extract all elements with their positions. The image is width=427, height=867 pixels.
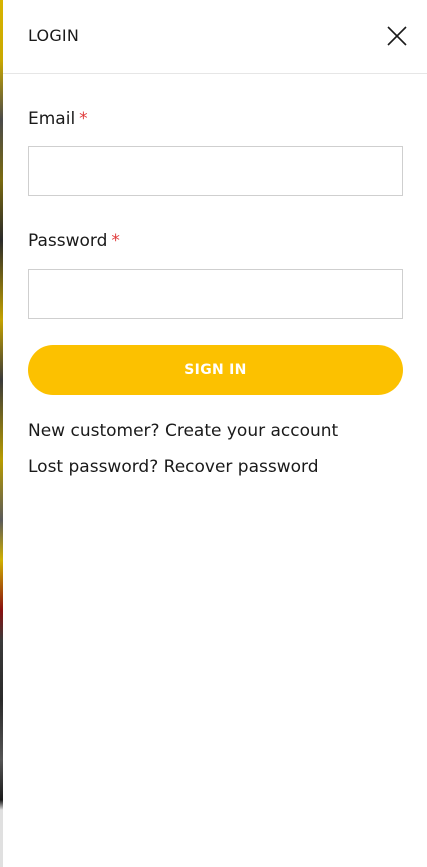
email-label: Email * [28,109,88,129]
email-field[interactable] [28,146,403,196]
lost-password-line: Lost password? Recover password [28,457,319,477]
close-icon [387,26,407,46]
email-label-text: Email [28,109,76,129]
new-customer-prefix: New customer? [28,421,160,441]
page-title: LOGIN [28,26,80,45]
password-field[interactable] [28,269,403,319]
password-required-mark: * [111,231,120,251]
recover-password-link[interactable]: Recover password [164,457,319,477]
password-label: Password * [28,231,120,251]
login-panel: LOGIN Email * Password * SIGN IN New custo… [0,0,427,867]
email-required-mark: * [79,109,88,129]
panel-header: LOGIN [3,0,427,74]
lost-password-prefix: Lost password? [28,457,159,477]
password-label-text: Password [28,231,108,251]
new-customer-line: New customer? Create your account [28,421,338,441]
create-account-link[interactable]: Create your account [165,421,338,441]
background-page-edge [0,0,3,867]
close-button[interactable] [385,24,409,48]
sign-in-button[interactable]: SIGN IN [28,345,403,395]
